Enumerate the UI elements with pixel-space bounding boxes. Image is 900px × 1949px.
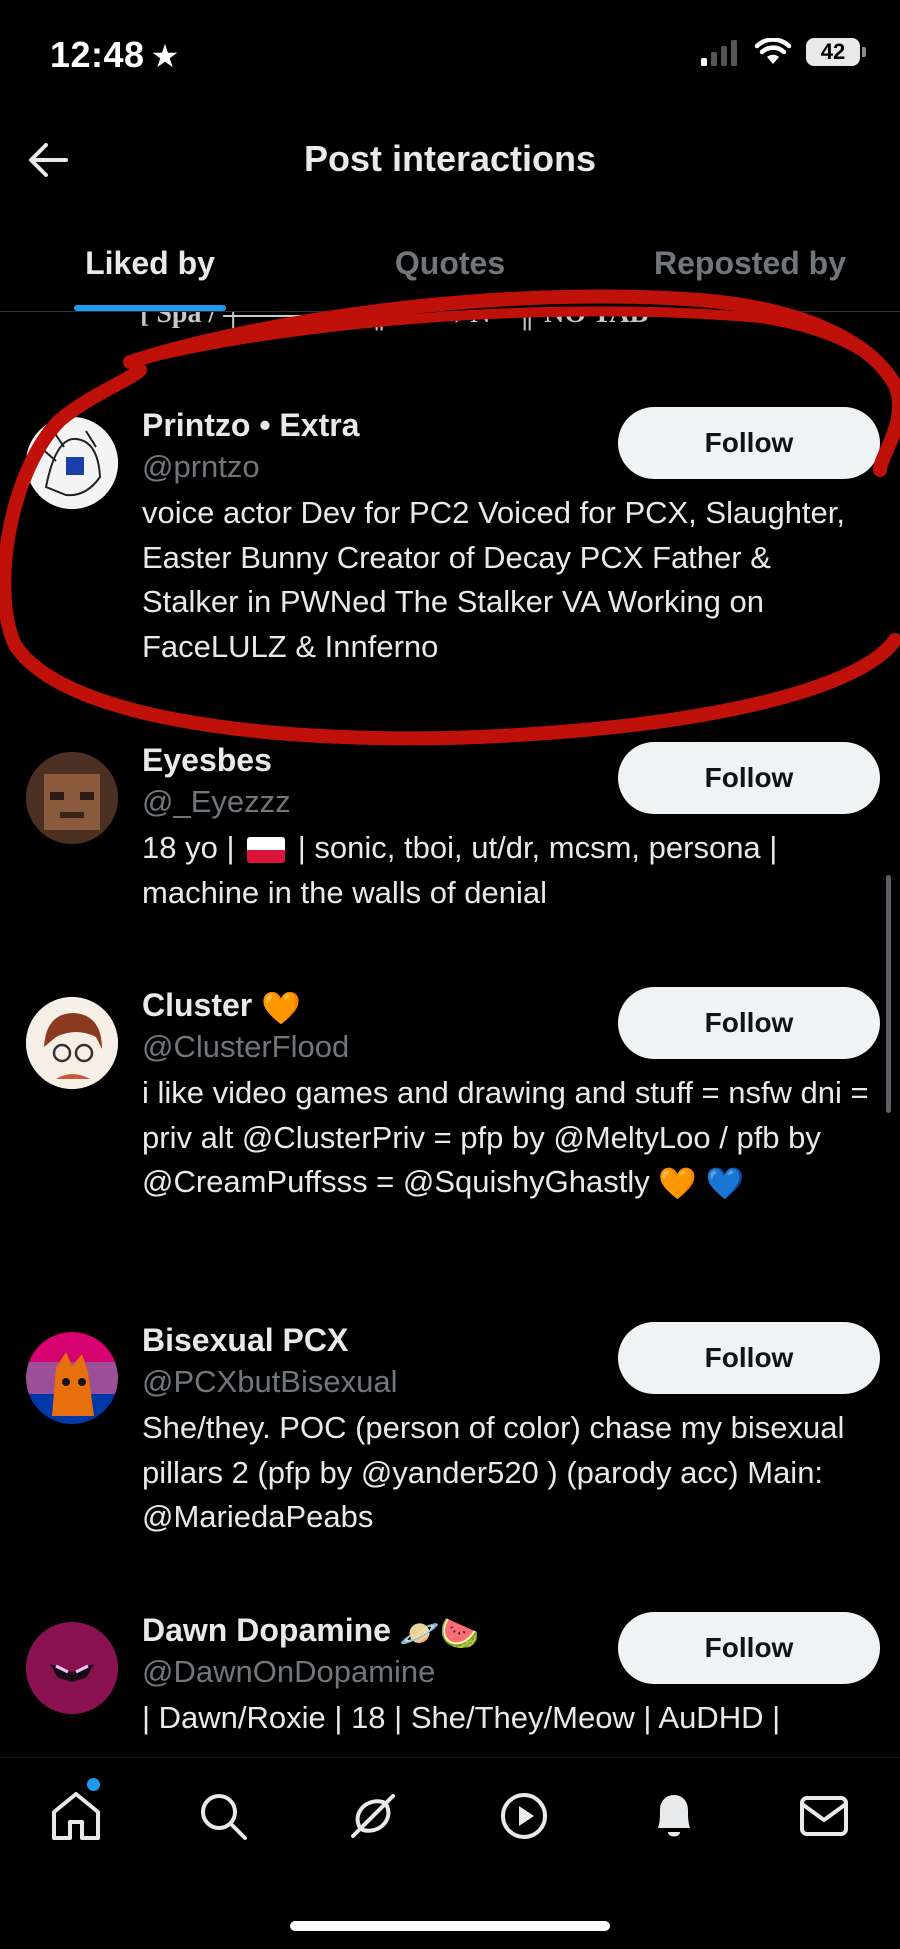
avatar[interactable]	[26, 1622, 118, 1714]
follow-button[interactable]: Follow	[618, 407, 880, 479]
follow-button[interactable]: Follow	[618, 742, 880, 814]
user-handle[interactable]: @PCXbutBisexual	[142, 1364, 397, 1400]
heart-emoji-icons: 🧡 💙	[658, 1165, 745, 1201]
follow-button[interactable]: Follow	[618, 1322, 880, 1394]
home-indicator	[290, 1921, 610, 1931]
page-title: Post interactions	[303, 138, 597, 179]
follow-button[interactable]: Follow	[618, 1612, 880, 1684]
avatar[interactable]	[26, 417, 118, 509]
battery-indicator: 42	[806, 38, 866, 66]
follow-button[interactable]: Follow	[618, 987, 880, 1059]
messages-icon[interactable]	[796, 1788, 852, 1844]
star-icon: ★	[150, 38, 180, 74]
user-list: [ Spa / ╪═══ ═══╢═══ / N ═╢ NO TAB ═ Pri…	[0, 312, 900, 1757]
cellular-signal-icon	[701, 40, 737, 66]
planet-watermelon-icons: 🪐🍉	[399, 1614, 480, 1651]
user-name[interactable]: Cluster 🧡	[142, 987, 301, 1027]
user-handle[interactable]: @ClusterFlood	[142, 1029, 349, 1065]
header: Post interactions	[0, 110, 900, 210]
wifi-icon	[754, 38, 792, 64]
user-bio: voice actor Dev for PC2 Voiced for PCX, …	[142, 495, 846, 664]
user-name[interactable]: Dawn Dopamine 🪐🍉	[142, 1612, 480, 1652]
user-name[interactable]: Eyesbes	[142, 742, 272, 779]
user-bio: i like video games and drawing and stuff…	[142, 1071, 872, 1206]
user-handle[interactable]: @prntzo	[142, 449, 260, 485]
scrollbar[interactable]	[886, 875, 891, 1113]
user-handle[interactable]: @_Eyezzz	[142, 784, 291, 820]
orange-heart-icon: 🧡	[261, 989, 301, 1026]
home-icon[interactable]	[48, 1788, 104, 1844]
user-bio: 18 yo | | sonic, tboi, ut/dr, mcsm, pers…	[142, 830, 778, 910]
poland-flag-icon	[247, 836, 286, 863]
avatar[interactable]	[26, 1332, 118, 1424]
avatar[interactable]	[26, 997, 118, 1089]
notification-dot	[87, 1778, 100, 1791]
notifications-icon[interactable]	[646, 1788, 702, 1844]
status-time: 12:48 ★	[50, 34, 180, 75]
avatar[interactable]	[26, 752, 118, 844]
grok-icon[interactable]	[345, 1788, 401, 1844]
tab-bar: Liked by Quotes Reposted by	[0, 215, 900, 312]
user-bio: She/they. POC (person of color) chase my…	[142, 1410, 845, 1534]
tab-quotes[interactable]: Quotes	[300, 215, 600, 311]
user-name[interactable]: Printzo • Extra	[142, 407, 359, 444]
user-handle[interactable]: @DawnOnDopamine	[142, 1654, 435, 1690]
bottom-nav	[0, 1757, 900, 1949]
tab-liked-by[interactable]: Liked by	[0, 215, 300, 311]
search-icon[interactable]	[195, 1788, 251, 1844]
tab-reposted-by[interactable]: Reposted by	[600, 215, 900, 311]
user-name[interactable]: Bisexual PCX	[142, 1322, 348, 1359]
user-bio: | Dawn/Roxie | 18 | She/They/Meow | AuDH…	[142, 1700, 781, 1735]
cutoff-bio-text: [ Spa / ╪═══ ═══╢═══ / N ═╢ NO TAB ═	[140, 312, 675, 329]
status-bar: 12:48 ★ 42	[0, 0, 900, 110]
video-icon[interactable]	[496, 1788, 552, 1844]
